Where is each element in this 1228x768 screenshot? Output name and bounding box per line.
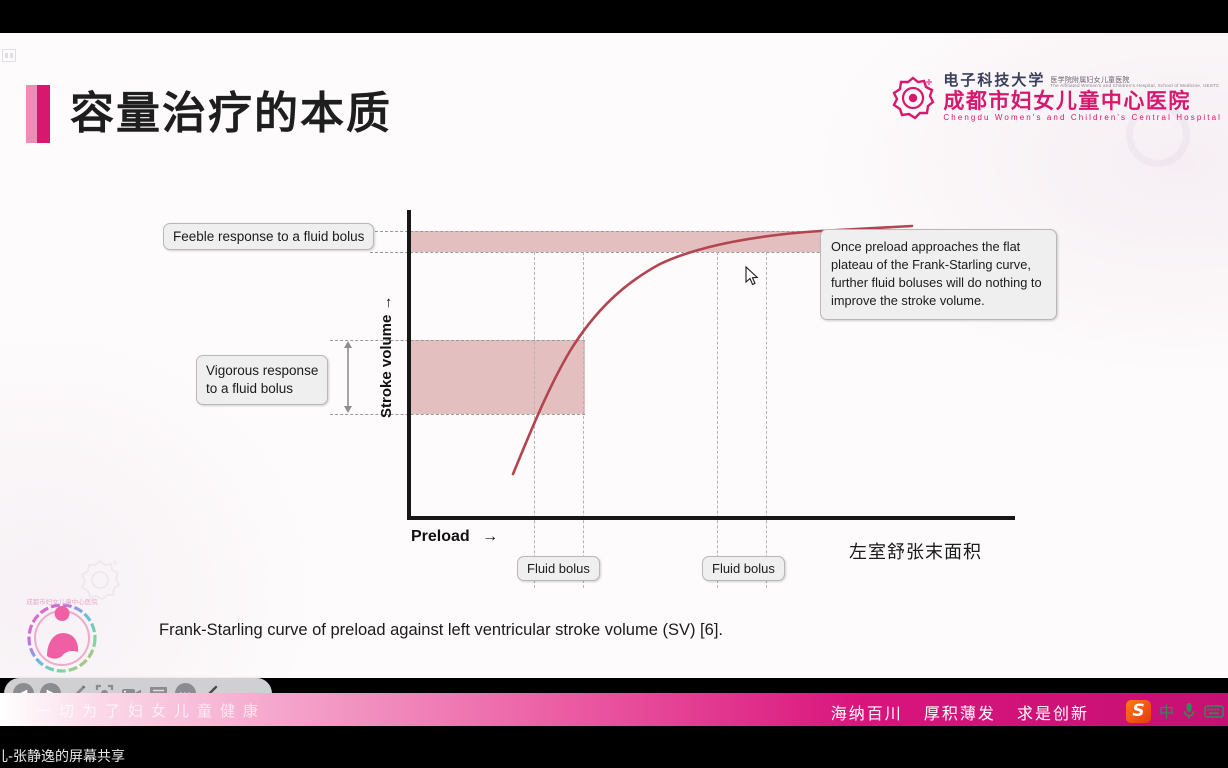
feeble-response-callout: Feeble response to a fluid bolus <box>163 223 375 250</box>
fluid-bolus-label-1: Fluid bolus <box>517 556 600 581</box>
frank-starling-curve <box>511 224 914 476</box>
y-axis-label-text: Stroke volume <box>378 314 395 418</box>
motto-3: 求是创新 <box>1016 704 1089 723</box>
screen-share-window: 容量治疗的本质 电子科技大学 医学院附属妇女儿童医院 The Affiliate… <box>0 0 1228 768</box>
microphone-icon[interactable] <box>1182 702 1196 720</box>
y-axis-label: Stroke volume → <box>378 295 395 418</box>
banner-left-slogan: 一切为了妇女儿童健康 <box>36 702 267 720</box>
bolus1-guide-right <box>583 252 584 588</box>
motto-2: 厚积薄发 <box>923 704 996 723</box>
bolus1-guide-left <box>534 252 535 588</box>
ime-language-toggle[interactable]: 中 <box>1159 701 1174 722</box>
sogou-ime-bar[interactable]: S 中 <box>1125 698 1224 724</box>
vigorous-response-callout: Vigorous response to a fluid bolus <box>196 355 329 406</box>
vigorous-response-band <box>411 340 585 414</box>
chinese-axis-label: 左室舒张末面积 <box>849 542 982 563</box>
status-bar <box>0 726 1228 768</box>
vigorous-guide-lower <box>330 414 585 415</box>
mouse-cursor-icon <box>745 266 759 286</box>
frank-starling-chart: Feeble response to a fluid bolus Vigorou… <box>0 33 1228 678</box>
vigorous-callout-line1: Vigorous response <box>206 363 319 378</box>
motto-1: 海纳百川 <box>830 704 903 723</box>
figure-caption: Frank-Starling curve of preload against … <box>159 621 723 639</box>
hospital-watermark-logo: 成都市妇女儿童中心医院 <box>26 597 98 673</box>
bolus2-guide-left <box>717 252 718 588</box>
y-axis <box>407 210 411 519</box>
banner-right-mottos: 海纳百川 厚积薄发 求是创新 <box>831 700 1103 724</box>
plateau-callout: Once preload approaches the flat plateau… <box>820 229 1057 320</box>
svg-text:成都市妇女儿童中心医院: 成都市妇女儿童中心医院 <box>26 597 98 606</box>
x-axis-arrow-icon: → <box>482 528 499 545</box>
bolus2-guide-right <box>766 252 767 588</box>
y-axis-arrow-icon: → <box>378 295 395 311</box>
x-axis-label-text: Preload <box>411 528 470 545</box>
x-axis <box>407 516 1015 520</box>
sogou-logo-icon[interactable]: S <box>1125 699 1151 723</box>
presentation-slide: 容量治疗的本质 电子科技大学 医学院附属妇女儿童医院 The Affiliate… <box>0 33 1228 678</box>
vigorous-callout-line2: to a fluid bolus <box>206 381 294 397</box>
x-axis-label: Preload → <box>411 528 498 546</box>
vigorous-guide-upper <box>330 340 585 341</box>
vigorous-range-arrow <box>344 341 352 413</box>
screen-share-status: 儿-张静逸的屏幕共享 <box>0 749 126 765</box>
fluid-bolus-label-2: Fluid bolus <box>702 556 785 581</box>
keyboard-icon[interactable] <box>1204 704 1224 718</box>
